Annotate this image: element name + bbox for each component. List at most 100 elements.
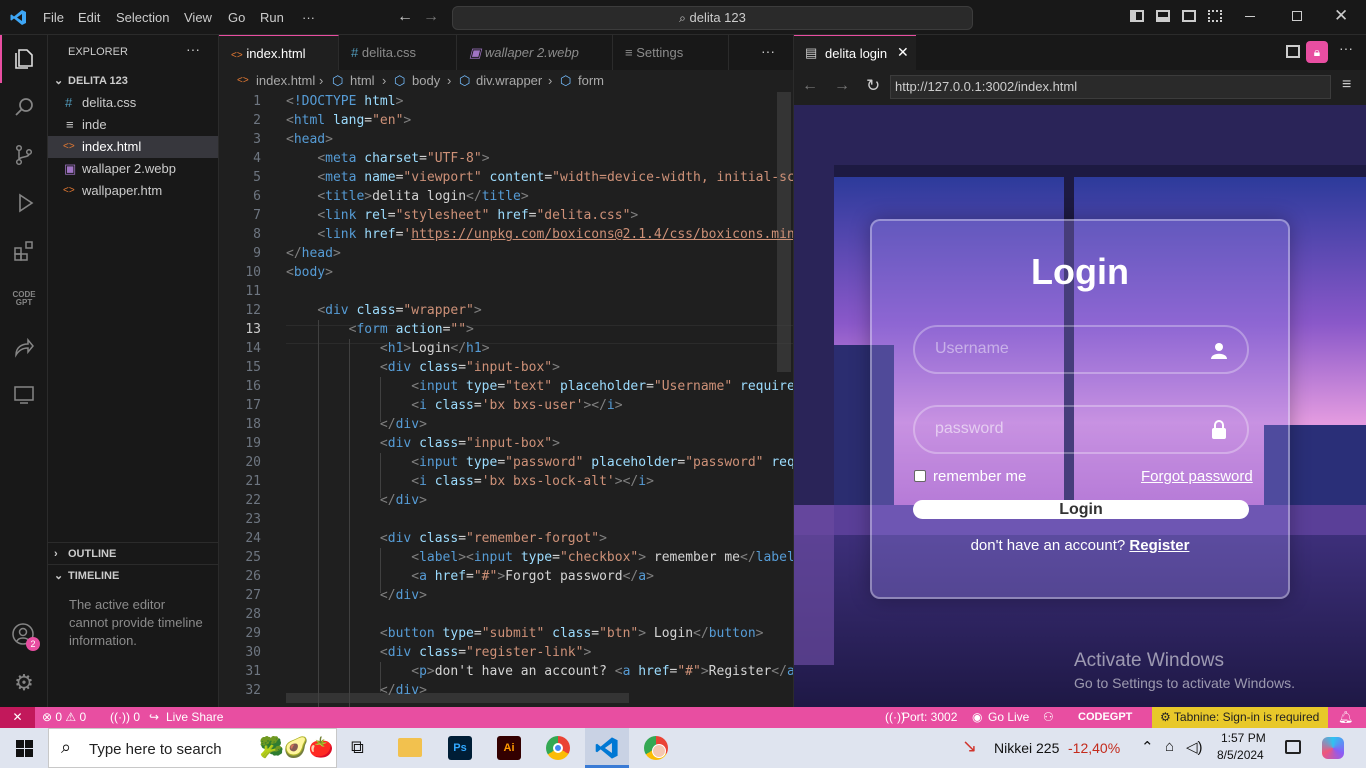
browser-back-icon[interactable]: ← <box>802 77 818 95</box>
css-file-icon: # <box>65 95 73 110</box>
copilot-icon[interactable]: ⚇ <box>1043 707 1054 728</box>
volume-icon[interactable]: ◁) <box>1186 738 1203 756</box>
run-debug-icon[interactable] <box>0 179 48 227</box>
file-item[interactable]: <> wallpaper.htm <box>48 180 218 202</box>
explorer-more-button[interactable]: ··· <box>186 41 200 57</box>
forward-arrow-icon[interactable]: → <box>423 8 439 26</box>
timeline-section[interactable]: ⌄ TIMELINE <box>48 564 218 586</box>
chrome-profile-icon[interactable] <box>644 736 668 760</box>
toggle-panel-icon[interactable] <box>1156 10 1170 22</box>
lock-icon[interactable]: 🔒︎ <box>1306 41 1328 63</box>
line-number: 22 <box>245 493 261 508</box>
stock-change[interactable]: -12,40% <box>1068 740 1120 756</box>
folder-header[interactable]: ⌄ DELITA 123 <box>48 70 218 92</box>
clock-time[interactable]: 1:57 PM <box>1221 731 1266 745</box>
codegpt-status[interactable]: CODEGPT <box>1078 707 1132 728</box>
taskbar-search-box[interactable]: ⌕ Type here to search 🥦🥑🍅 <box>48 728 337 768</box>
menu-edit[interactable]: Edit <box>78 0 100 35</box>
menu-run[interactable]: Run <box>260 0 284 35</box>
minimize-icon[interactable] <box>1245 16 1255 17</box>
file-item[interactable]: ▣ wallaper 2.webp <box>48 158 218 180</box>
browser-menu-icon[interactable]: ≡ <box>1342 76 1351 94</box>
codegpt-icon[interactable]: CODE GPT <box>0 275 48 323</box>
remember-checkbox[interactable] <box>914 470 926 482</box>
username-input[interactable]: Username <box>913 325 1249 374</box>
menu-selection[interactable]: Selection <box>116 0 169 35</box>
file-explorer-icon[interactable] <box>398 738 422 757</box>
forgot-password-link[interactable]: Forgot password <box>1141 468 1253 485</box>
photoshop-icon[interactable]: Ps <box>448 736 472 760</box>
customize-layout-icon[interactable] <box>1208 10 1222 22</box>
file-item[interactable]: ≡ inde <box>48 114 218 136</box>
toggle-sidebar-icon[interactable] <box>1130 10 1144 22</box>
menu-more[interactable]: ··· <box>302 0 315 35</box>
notifications-bell-icon[interactable]: 🔔︎ <box>1338 707 1353 728</box>
vscode-taskbar-icon[interactable] <box>585 728 629 768</box>
register-link[interactable]: Register <box>1129 537 1189 554</box>
code-line: <div class="wrapper"> <box>317 303 482 318</box>
source-control-icon[interactable] <box>0 131 48 179</box>
search-sidebar-icon[interactable] <box>0 83 48 131</box>
outline-section[interactable]: › OUTLINE <box>48 542 218 564</box>
tabnine-status[interactable]: ⚙ Tabnine: Sign-in is required <box>1152 707 1328 728</box>
close-tab-icon[interactable]: ✕ <box>897 44 909 61</box>
browser-forward-icon[interactable]: → <box>834 77 850 95</box>
extensions-icon[interactable] <box>0 227 48 275</box>
clock-date[interactable]: 8/5/2024 <box>1217 748 1264 762</box>
breadcrumb-item[interactable]: body <box>412 70 440 92</box>
go-live-button[interactable]: Go Live <box>988 707 1029 728</box>
line-number: 10 <box>245 265 261 280</box>
network-icon[interactable]: ⌂ <box>1165 738 1174 755</box>
task-view-icon[interactable]: ⧉ <box>351 737 364 758</box>
problems-indicator[interactable]: ⊗ 0 ⚠ 0 <box>42 707 86 728</box>
tab-delita-css[interactable]: # delita.css <box>339 35 457 70</box>
tab-index-html[interactable]: <> index.html <box>219 35 339 70</box>
back-arrow-icon[interactable]: ← <box>397 8 413 26</box>
code-line: <div class="input-box"> <box>379 436 560 451</box>
close-window-icon[interactable]: ✕ <box>1334 6 1348 26</box>
stock-name[interactable]: Nikkei 225 <box>994 740 1059 756</box>
tab-delita-login[interactable]: ▤ delita login ✕ <box>794 35 916 70</box>
breadcrumb-item[interactable]: div.wrapper <box>476 70 542 92</box>
tabnine-icon: ⚙ <box>1160 710 1171 724</box>
password-input[interactable]: password <box>913 405 1249 454</box>
explorer-icon[interactable] <box>0 35 48 83</box>
breadcrumb-item[interactable]: index.html <box>256 70 315 92</box>
breadcrumb-item[interactable]: form <box>578 70 604 92</box>
port-status[interactable]: Port: 3002 <box>902 707 957 728</box>
tab-wallaper-webp[interactable]: ▣ wallaper 2.webp <box>457 35 613 70</box>
ports-indicator[interactable]: ((·)) 0 <box>110 707 140 728</box>
element-icon: ⬡ <box>459 73 471 88</box>
browser-more-button[interactable]: ··· <box>1339 40 1353 56</box>
file-item[interactable]: # delita.css <box>48 92 218 114</box>
illustrator-icon[interactable]: Ai <box>497 736 521 760</box>
menu-go[interactable]: Go <box>228 0 245 35</box>
split-editor-icon[interactable] <box>1286 45 1300 58</box>
windows-start-icon[interactable] <box>16 740 33 757</box>
restore-icon[interactable] <box>1292 11 1302 21</box>
live-share-icon[interactable] <box>0 323 48 371</box>
chrome-icon[interactable] <box>546 736 570 760</box>
live-share-status[interactable]: Live Share <box>166 707 223 728</box>
breadcrumb-item[interactable]: html <box>350 70 375 92</box>
remote-indicator-icon[interactable]: ✕ <box>0 707 35 728</box>
menu-file[interactable]: File <box>43 0 64 35</box>
command-center-search[interactable]: ⌕ delita 123 <box>452 6 973 30</box>
login-button[interactable]: Login <box>913 500 1249 519</box>
chevron-up-icon[interactable]: ⌃ <box>1141 738 1154 756</box>
copilot-taskbar-icon[interactable] <box>1322 737 1344 759</box>
code-editor[interactable]: 1 2 3 4 5 6 7 8 9 10 11 12 13 14 15 16 1… <box>219 92 793 707</box>
toggle-secondary-sidebar-icon[interactable] <box>1182 10 1196 22</box>
image-file-icon: ▣ <box>64 161 77 176</box>
notification-center-icon[interactable] <box>1285 740 1301 754</box>
remote-explorer-icon[interactable] <box>0 371 48 419</box>
file-item-selected[interactable]: <> index.html <box>48 136 218 158</box>
manage-gear-icon[interactable]: ⚙ <box>0 659 48 707</box>
url-bar[interactable]: http://127.0.0.1:3002/index.html <box>890 75 1331 99</box>
accounts-icon[interactable]: 2 <box>0 611 48 659</box>
browser-reload-icon[interactable]: ↻ <box>866 76 880 96</box>
line-number: 6 <box>253 189 261 204</box>
tab-settings[interactable]: ≡ Settings <box>613 35 729 70</box>
menu-view[interactable]: View <box>184 0 212 35</box>
editor-more-button[interactable]: ··· <box>761 43 775 59</box>
